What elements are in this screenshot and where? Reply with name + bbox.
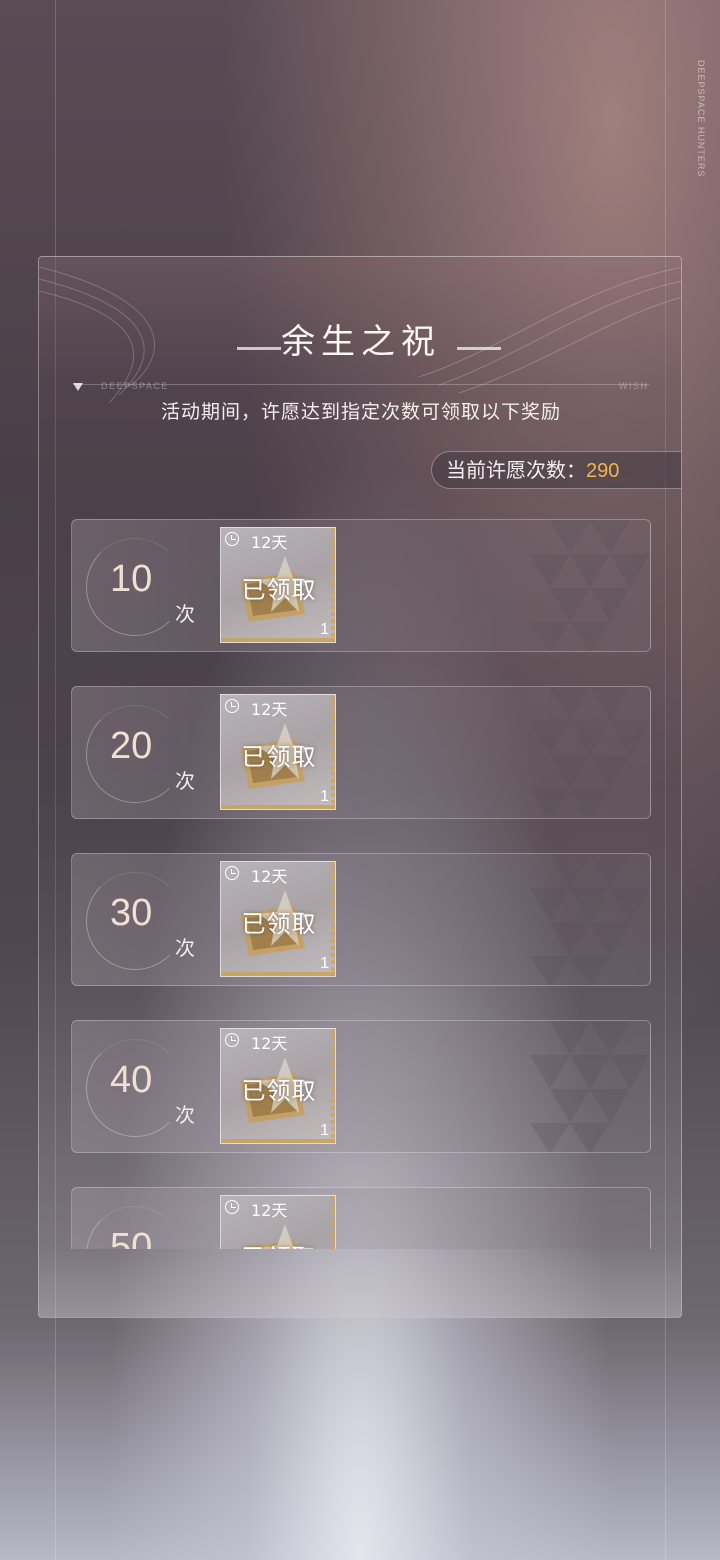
rarity-bar (221, 1139, 335, 1143)
reward-duration: 12天 (251, 1034, 288, 1053)
claimed-label: 已领取 (241, 743, 317, 771)
triangle-pattern (530, 854, 650, 985)
milestone-count: 20 (110, 725, 153, 767)
reward-item[interactable]: 12天 已领取 1 (220, 1028, 336, 1144)
reward-quantity: 1 (320, 1122, 329, 1139)
title-deco-right (457, 347, 501, 350)
clock-icon (225, 699, 239, 713)
reward-duration: 12天 (251, 700, 288, 719)
reward-row[interactable]: 20 次 12天 已领取 1 (71, 686, 651, 819)
reward-duration: 12天 (251, 867, 288, 886)
triangle-pattern (530, 687, 650, 818)
claimed-label: 已领取 (241, 576, 317, 604)
event-description: 活动期间，许愿达到指定次数可领取以下奖励 (160, 401, 561, 423)
milestone-count: 50 (110, 1226, 153, 1249)
wish-count-label: 当前许愿次数： (446, 458, 586, 482)
milestone-count: 30 (110, 892, 153, 934)
label-left: DEEPSPACE (101, 381, 169, 391)
reward-quantity: 1 (320, 621, 329, 638)
title-row: 余生之祝 (39, 319, 681, 369)
reward-list[interactable]: 10 次 12天 已领取 1 20 次 12天 已领取 1 30 次 12天 已… (71, 519, 651, 1249)
panel-title: 余生之祝 (281, 322, 441, 362)
milestone-count: 40 (110, 1059, 153, 1101)
wish-count-value: 290 (586, 460, 620, 482)
rarity-edge (331, 695, 335, 809)
reward-quantity: 1 (320, 955, 329, 972)
milestone-count: 10 (110, 558, 153, 600)
reward-row[interactable]: 50 次 12天 已领取 1 (71, 1187, 651, 1249)
list-fade-overlay (39, 1247, 681, 1317)
reward-row[interactable]: 10 次 12天 已领取 1 (71, 519, 651, 652)
clock-icon (225, 866, 239, 880)
milestone-unit: 次 (175, 1103, 195, 1127)
rarity-bar (221, 972, 335, 976)
rarity-bar (221, 805, 335, 809)
rarity-edge (331, 528, 335, 642)
rarity-bar (221, 638, 335, 642)
reward-row[interactable]: 40 次 12天 已领取 1 (71, 1020, 651, 1153)
reward-item[interactable]: 12天 已领取 1 (220, 861, 336, 977)
rarity-edge (331, 1196, 335, 1249)
milestone-reward-panel: 余生之祝 DEEPSPACE WISH 活动期间，许愿达到指定次数可领取以下奖励… (38, 256, 682, 1318)
corner-brand: DEEPSPACE HUNTERS (696, 60, 706, 178)
title-deco-left (237, 347, 281, 350)
clock-icon (225, 532, 239, 546)
rarity-edge (331, 1029, 335, 1143)
reward-item[interactable]: 12天 已领取 1 (220, 527, 336, 643)
milestone-unit: 次 (175, 936, 195, 960)
claimed-label: 已领取 (241, 910, 317, 938)
reward-row[interactable]: 30 次 12天 已领取 1 (71, 853, 651, 986)
wish-count-badge: 当前许愿次数：290 (431, 451, 681, 489)
clock-icon (225, 1200, 239, 1214)
rarity-edge (331, 862, 335, 976)
triangle-pattern (530, 1021, 650, 1152)
reward-duration: 12天 (251, 1201, 288, 1220)
reward-item[interactable]: 12天 已领取 1 (220, 694, 336, 810)
reward-quantity: 1 (320, 788, 329, 805)
triangle-pattern (530, 520, 650, 651)
milestone-unit: 次 (175, 602, 195, 626)
milestone-unit: 次 (175, 769, 195, 793)
label-right: WISH (619, 381, 649, 391)
clock-icon (225, 1033, 239, 1047)
reward-item[interactable]: 12天 已领取 1 (220, 1195, 336, 1249)
triangle-down-icon (73, 383, 83, 391)
reward-duration: 12天 (251, 533, 288, 552)
claimed-label: 已领取 (241, 1077, 317, 1105)
